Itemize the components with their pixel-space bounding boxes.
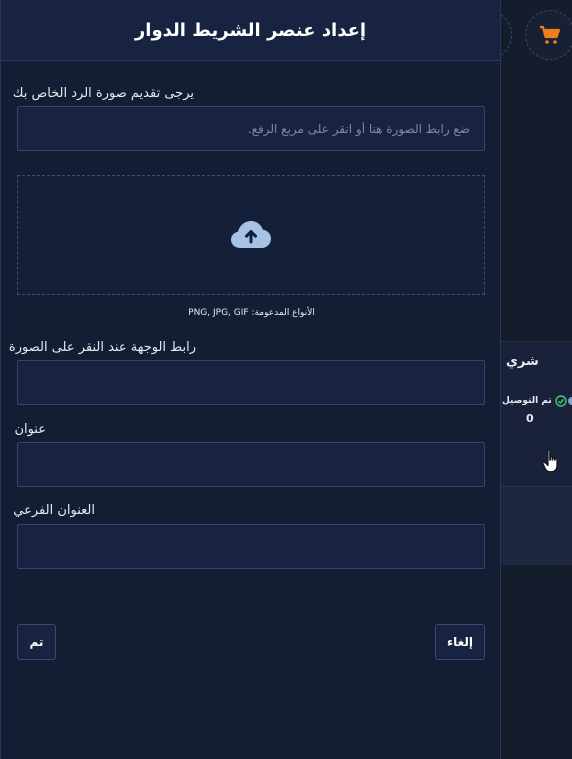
title-label: عنوان	[14, 422, 46, 437]
delivered-label: تم التوصيل	[502, 396, 552, 406]
click-link-input[interactable]	[17, 360, 485, 405]
subtitle-input[interactable]	[17, 524, 485, 569]
click-link-label: رابط الوجهة عند النقر على الصورة	[8, 340, 196, 355]
cart-icon	[540, 25, 561, 44]
modal-header: إعداد عنصر الشريط الدوار	[1, 0, 500, 61]
hand-pointer-icon	[540, 448, 564, 478]
title-input[interactable]	[17, 442, 485, 487]
supported-file-types: الأنواع المدعومة: PNG, JPG, GIF	[188, 308, 315, 318]
background-card-title: شري	[506, 354, 539, 369]
delivered-count: 0	[526, 412, 534, 425]
done-button[interactable]: تم	[17, 624, 56, 660]
delivered-status: تم التوصيل	[502, 395, 567, 407]
image-url-label: يرجى تقديم صورة الرد الخاص بك	[12, 86, 194, 101]
check-circle-icon	[555, 395, 567, 407]
background-panel	[500, 487, 572, 565]
subtitle-label: العنوان الفرعي	[13, 503, 95, 518]
image-url-input[interactable]	[17, 106, 485, 151]
image-upload-dropzone[interactable]	[17, 175, 485, 295]
cloud-upload-icon	[231, 221, 271, 248]
cancel-button[interactable]: إلغاء	[435, 624, 485, 660]
carousel-item-setup-modal: إعداد عنصر الشريط الدوار يرجى تقديم صورة…	[0, 0, 501, 759]
modal-title: إعداد عنصر الشريط الدوار	[134, 19, 367, 41]
status-dot	[568, 397, 572, 405]
cart-button[interactable]	[525, 10, 572, 60]
